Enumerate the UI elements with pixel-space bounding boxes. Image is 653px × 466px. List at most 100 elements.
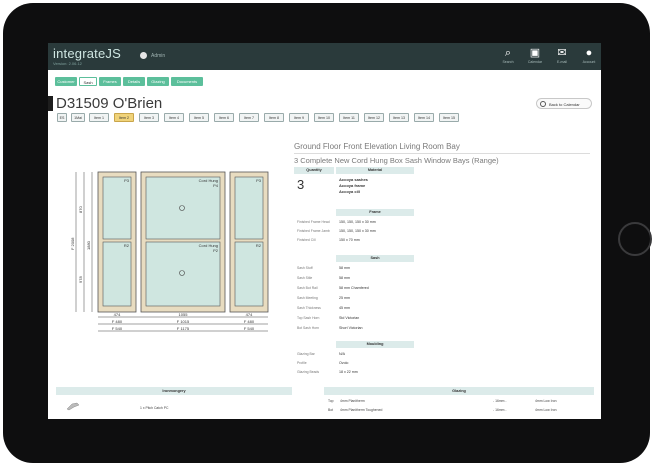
back-to-calendar-button[interactable]: Back to Calendar <box>536 98 592 109</box>
centre-window <box>140 171 226 313</box>
dim-left: 978 <box>78 276 83 283</box>
sash-value: 58 mm Chamfered <box>339 286 369 290</box>
moulding-label: Profile <box>297 361 307 365</box>
back-arrow-icon <box>540 101 546 107</box>
sash-label: Sash Stile <box>297 276 313 280</box>
dim-left: 870 <box>78 206 83 213</box>
item-button[interactable]: Item 6 <box>214 113 234 122</box>
item-button[interactable]: Item 14 <box>414 113 434 122</box>
sash-label: Sash Stuff <box>297 266 313 270</box>
item-button[interactable]: Item 15 <box>439 113 459 122</box>
sash-value: 58 mm <box>339 276 350 280</box>
tab-frames[interactable]: Frames <box>99 77 121 86</box>
item-button[interactable]: Item 8 <box>264 113 284 122</box>
window-elevation-drawing: Cord Hung P4 Cord Hung P2 P3 R2 P3 R2 F … <box>70 171 269 332</box>
moulding-value: Ovolo <box>339 361 349 365</box>
user-avatar-icon[interactable] <box>140 52 147 59</box>
item-button[interactable]: Item 4 <box>164 113 184 122</box>
item-button[interactable]: 1Mai <box>71 113 85 122</box>
sash-label: Sash Bot Rail <box>297 286 318 290</box>
item-button[interactable]: Item 7 <box>239 113 259 122</box>
glazing-lowe: 4mm Low Iron <box>535 399 557 403</box>
pane-code: P3 <box>256 178 262 183</box>
item-button[interactable]: Item 2 <box>114 113 134 122</box>
dim-bottom: 474 <box>246 312 253 317</box>
frame-label: Finished Frame Head <box>297 220 330 224</box>
dim-outer: F 540 <box>244 326 255 331</box>
glazing-header: Glazing <box>324 387 594 395</box>
item-button[interactable]: ES <box>57 113 67 122</box>
app-version: Version: 2.06.12 <box>53 61 82 66</box>
tab-customer[interactable]: Customer <box>55 77 77 86</box>
handle-thumbnail-icon <box>66 402 80 411</box>
glazing-pos: Top <box>328 399 334 403</box>
tab-details[interactable]: Details <box>123 77 145 86</box>
moulding-label: Glazing Beads <box>297 370 320 374</box>
item-button[interactable]: Item 9 <box>289 113 309 122</box>
material-line: Accoya sashes <box>339 177 368 182</box>
app-logo[interactable]: integrateJS <box>53 46 121 61</box>
tab-glazing[interactable]: Glazing <box>147 77 169 86</box>
sash-value: 58 mm <box>339 266 350 270</box>
sash-label: Bot Sash Horn <box>297 326 320 330</box>
section-subtitle: 3 Complete New Cord Hung Box Sash Window… <box>294 156 499 165</box>
quantity-value: 3 <box>297 177 305 192</box>
section-title: Ground Floor Front Elevation Living Room… <box>294 142 460 151</box>
dim-left: 1880 <box>86 240 91 250</box>
dim-inner: F 480 <box>112 319 123 324</box>
dim-inner: F 1015 <box>177 319 190 324</box>
item-button[interactable]: Item 13 <box>389 113 409 122</box>
frame-value: 150, 150, 150 x 30 mm <box>339 229 376 233</box>
dim-bottom: 474 <box>114 312 121 317</box>
sash-label: Top Sash Horn <box>297 316 320 320</box>
item-button[interactable]: Item 5 <box>189 113 209 122</box>
email-icon[interactable]: ✉ E-mail <box>551 47 573 64</box>
sash-label: Sash Meeting <box>297 296 318 300</box>
dim-inner: F 480 <box>244 319 255 324</box>
moulding-header: Moulding <box>336 341 414 348</box>
sash-value: 25 mm <box>339 296 350 300</box>
quantity-header: Quantity <box>294 167 334 174</box>
sash-value: Std Victorian <box>339 316 360 320</box>
search-icon[interactable]: ⌕ Search <box>497 47 519 64</box>
item-button[interactable]: Item 12 <box>364 113 384 122</box>
frame-label: Finished Frame Jamb <box>297 229 330 233</box>
glazing-dim: - 16mm - <box>493 399 507 403</box>
item-button[interactable]: Item 11 <box>339 113 359 122</box>
sash-value: 45 mm <box>339 306 350 310</box>
calendar-icon[interactable]: ▣ Calendar <box>524 47 546 64</box>
right-window <box>229 171 269 313</box>
divider <box>294 153 590 154</box>
moulding-label: Glazing Bar <box>297 352 315 356</box>
dim-bottom: 1055 <box>179 312 189 317</box>
glazing-type: 4mm Planitherm <box>340 399 365 403</box>
pane-code: P4 <box>213 183 219 188</box>
frame-header: Frame <box>336 209 414 216</box>
frame-value: 150, 150, 150 x 30 mm <box>339 220 376 224</box>
pane-code: R2 <box>124 243 130 248</box>
tab-documents[interactable]: Documents <box>171 77 203 86</box>
user-name[interactable]: Admin <box>151 53 165 59</box>
dim-outer: F 540 <box>112 326 123 331</box>
item-button[interactable]: Item 3 <box>139 113 159 122</box>
left-window <box>97 171 137 313</box>
sash-value: Short Victorian <box>339 326 363 330</box>
glazing-pos: Bot <box>328 408 334 412</box>
pane-code: P3 <box>124 178 130 183</box>
ironmongery-header: Ironmongery <box>56 387 292 395</box>
page-title: D31509 O'Brien <box>56 95 163 112</box>
account-icon[interactable]: ● Account <box>578 47 600 64</box>
item-button[interactable]: Item 1 <box>89 113 109 122</box>
item-button[interactable]: Item 10 <box>314 113 334 122</box>
glazing-dim: - 16mm - <box>493 408 507 412</box>
back-button-label: Back to Calendar <box>549 102 580 107</box>
tab-sash[interactable]: Sash <box>79 77 97 86</box>
dim-left: F 2008 <box>70 237 75 250</box>
ironmongery-item: 1 x Pitch Catch PC <box>140 406 169 410</box>
glazing-type: 4mm Planitherm Toughened <box>340 408 383 412</box>
sidebar-toggle[interactable] <box>48 96 53 111</box>
home-button[interactable] <box>618 222 652 256</box>
pane-code: R2 <box>256 243 262 248</box>
pane-code: P2 <box>213 248 219 253</box>
frame-label: Finished Cill <box>297 238 316 242</box>
